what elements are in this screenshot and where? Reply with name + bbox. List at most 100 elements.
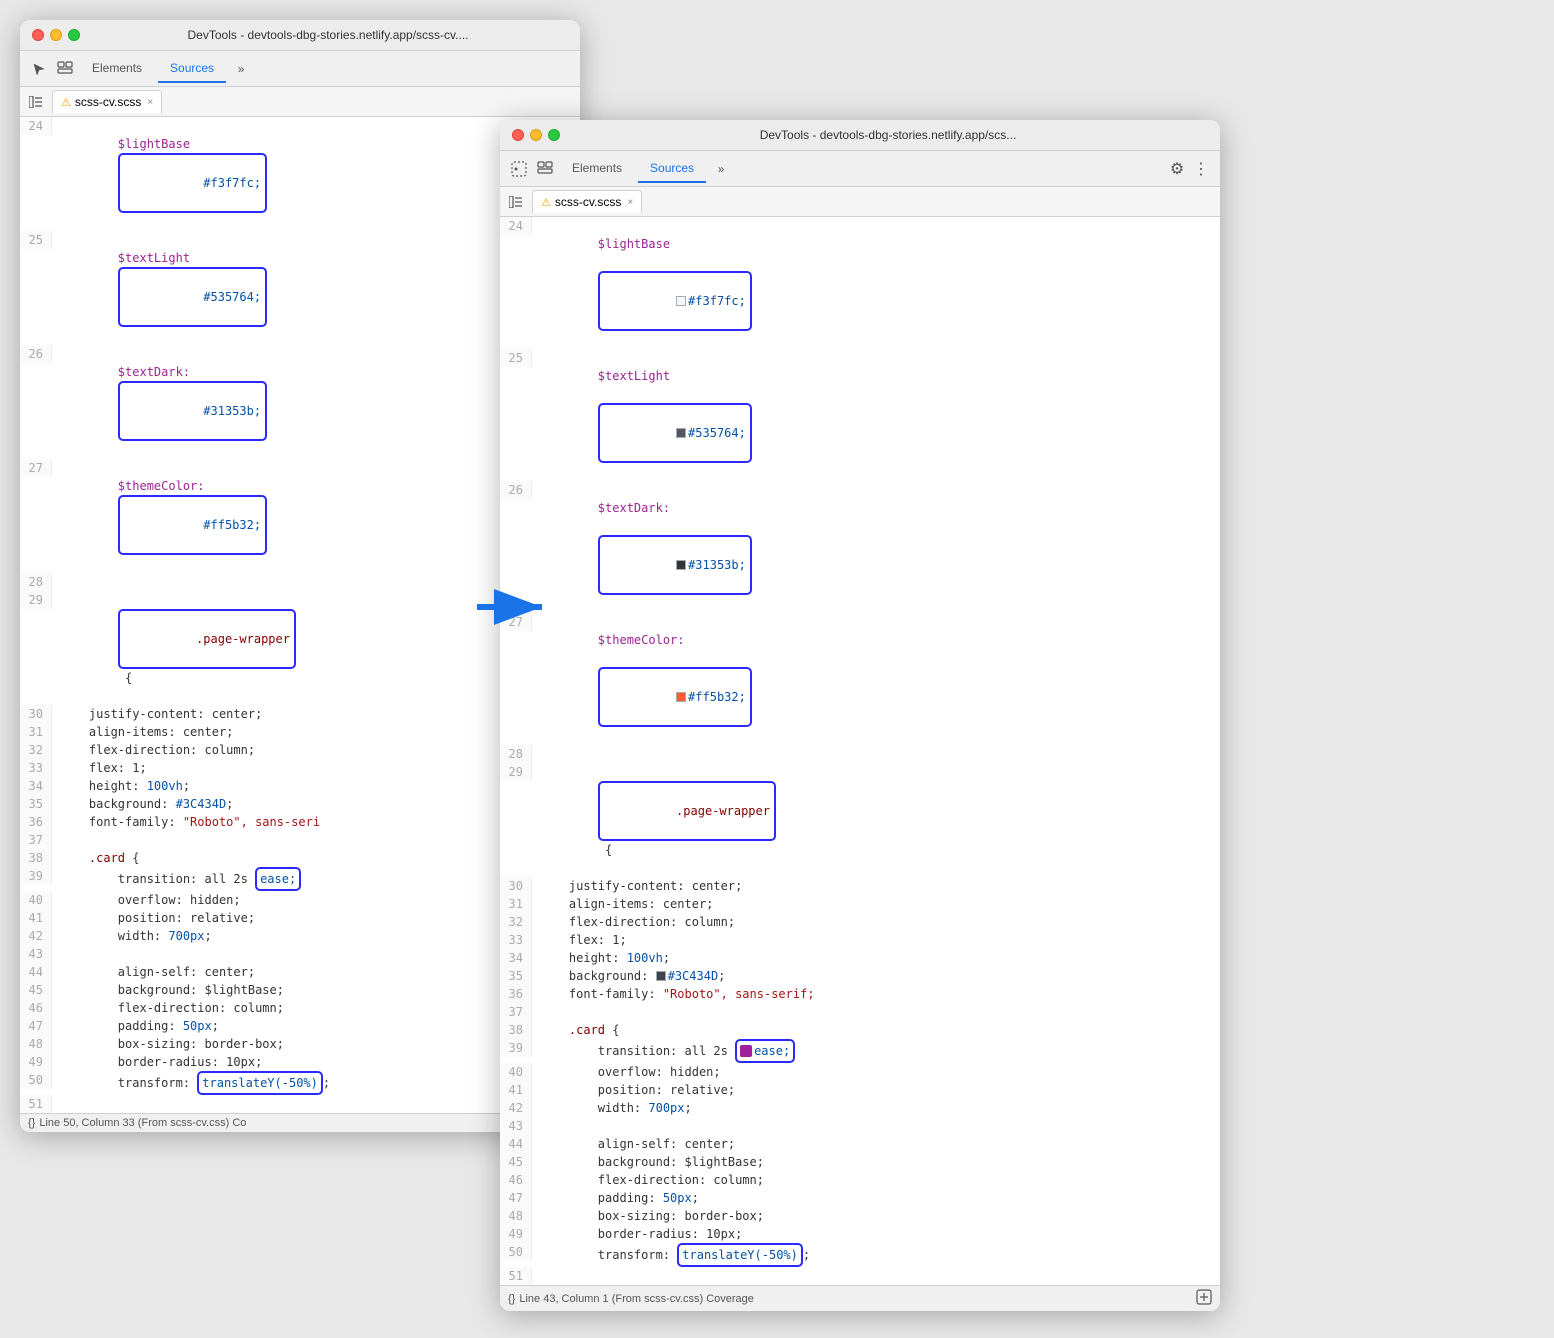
code-line-35-right: 35 background: #3C434D;: [500, 967, 1220, 985]
maximize-button-right[interactable]: [548, 129, 560, 141]
minimize-button-left[interactable]: [50, 29, 62, 41]
cursor-icon-right[interactable]: [508, 158, 530, 180]
file-tab-bar-left: ⚠ scss-cv.scss ×: [20, 87, 580, 117]
tab-elements-right[interactable]: Elements: [560, 155, 634, 183]
window-title-left: DevTools - devtools-dbg-stories.netlify.…: [88, 28, 568, 42]
code-line-47-right: 47 padding: 50px;: [500, 1189, 1220, 1207]
code-line-50-left: 50 transform: translateY(-50%);: [20, 1071, 580, 1095]
file-tab-name-left: scss-cv.scss: [75, 95, 141, 109]
code-line-29-right: 29 .page-wrapper {: [500, 763, 1220, 877]
code-line-38-left: 38 .card {: [20, 849, 580, 867]
braces-icon-left: {}: [28, 1117, 35, 1129]
tab-sources-left[interactable]: Sources: [158, 55, 226, 83]
code-line-28-right: 28: [500, 745, 1220, 763]
title-bar-right: DevTools - devtools-dbg-stories.netlify.…: [500, 120, 1220, 151]
minimize-button-right[interactable]: [530, 129, 542, 141]
code-line-25-right: 25 $textLight #535764;: [500, 349, 1220, 481]
warning-icon-left: ⚠: [61, 96, 71, 109]
toolbar-right-actions: ⚙ ⋮: [1166, 158, 1212, 180]
code-line-33-left: 33 flex: 1;: [20, 759, 580, 777]
code-line-24-right: 24 $lightBase #f3f7fc;: [500, 217, 1220, 349]
code-line-48-right: 48 box-sizing: border-box;: [500, 1207, 1220, 1225]
status-bar-right: {} Line 43, Column 1 (From scss-cv.css) …: [500, 1285, 1220, 1311]
status-bar-left: {} Line 50, Column 33 (From scss-cv.css)…: [20, 1113, 580, 1132]
file-tab-name-right: scss-cv.scss: [555, 195, 621, 209]
file-tab-left[interactable]: ⚠ scss-cv.scss ×: [52, 90, 162, 113]
devtools-window-right: DevTools - devtools-dbg-stories.netlify.…: [500, 120, 1220, 1311]
traffic-lights-left: [32, 29, 80, 41]
code-line-40-right: 40 overflow: hidden;: [500, 1063, 1220, 1081]
code-line-42-right: 42 width: 700px;: [500, 1099, 1220, 1117]
code-line-48-left: 48 box-sizing: border-box;: [20, 1035, 580, 1053]
file-tab-close-left[interactable]: ×: [147, 97, 153, 108]
traffic-lights-right: [512, 129, 560, 141]
code-line-43-right: 43: [500, 1117, 1220, 1135]
toolbar-right: Elements Sources » ⚙ ⋮: [500, 151, 1220, 187]
code-line-35-left: 35 background: #3C434D;: [20, 795, 580, 813]
tab-elements-left[interactable]: Elements: [80, 55, 154, 83]
more-tabs-icon-left[interactable]: »: [230, 58, 252, 80]
code-line-27-right: 27 $themeColor: #ff5b32;: [500, 613, 1220, 745]
code-line-45-left: 45 background: $lightBase;: [20, 981, 580, 999]
code-line-37-left: 37: [20, 831, 580, 849]
code-line-24-left: 24 $lightBase #f3f7fc;: [20, 117, 580, 231]
devtools-window-left: DevTools - devtools-dbg-stories.netlify.…: [20, 20, 580, 1132]
code-line-32-left: 32 flex-direction: column;: [20, 741, 580, 759]
toolbar-left: Elements Sources »: [20, 51, 580, 87]
code-line-45-right: 45 background: $lightBase;: [500, 1153, 1220, 1171]
window-title-right: DevTools - devtools-dbg-stories.netlify.…: [568, 128, 1208, 142]
code-line-31-left: 31 align-items: center;: [20, 723, 580, 741]
code-line-41-left: 41 position: relative;: [20, 909, 580, 927]
inspect-icon[interactable]: [54, 58, 76, 80]
code-line-36-right: 36 font-family: "Roboto", sans-serif;: [500, 985, 1220, 1003]
code-line-31-right: 31 align-items: center;: [500, 895, 1220, 913]
code-line-40-left: 40 overflow: hidden;: [20, 891, 580, 909]
braces-icon-right: {}: [508, 1293, 515, 1305]
close-button-right[interactable]: [512, 129, 524, 141]
code-area-right: 24 $lightBase #f3f7fc; 25 $textLight #53…: [500, 217, 1220, 1285]
code-line-46-right: 46 flex-direction: column;: [500, 1171, 1220, 1189]
cursor-icon[interactable]: [28, 58, 50, 80]
file-tab-right[interactable]: ⚠ scss-cv.scss ×: [532, 190, 642, 213]
code-line-42-left: 42 width: 700px;: [20, 927, 580, 945]
close-button-left[interactable]: [32, 29, 44, 41]
code-line-32-right: 32 flex-direction: column;: [500, 913, 1220, 931]
code-line-41-right: 41 position: relative;: [500, 1081, 1220, 1099]
status-text-right: Line 43, Column 1 (From scss-cv.css) Cov…: [519, 1293, 754, 1305]
sidebar-toggle-left[interactable]: [24, 90, 48, 114]
code-line-36-left: 36 font-family: "Roboto", sans-seri: [20, 813, 580, 831]
code-line-39-right: 39 transition: all 2s ease;: [500, 1039, 1220, 1063]
code-line-26-left: 26 $textDark: #31353b;: [20, 345, 580, 459]
settings-icon-right[interactable]: ⚙: [1166, 158, 1188, 180]
code-line-50-right: 50 transform: translateY(-50%);: [500, 1243, 1220, 1267]
code-line-30-right: 30 justify-content: center;: [500, 877, 1220, 895]
code-line-46-left: 46 flex-direction: column;: [20, 999, 580, 1017]
code-line-26-right: 26 $textDark: #31353b;: [500, 481, 1220, 613]
code-line-51-left: 51: [20, 1095, 580, 1113]
code-line-37-right: 37: [500, 1003, 1220, 1021]
code-line-33-right: 33 flex: 1;: [500, 931, 1220, 949]
tab-sources-right[interactable]: Sources: [638, 155, 706, 183]
code-line-39-left: 39 transition: all 2s ease;: [20, 867, 580, 891]
file-tab-close-right[interactable]: ×: [627, 197, 633, 208]
code-line-49-right: 49 border-radius: 10px;: [500, 1225, 1220, 1243]
big-arrow: [477, 582, 557, 642]
code-line-25-left: 25 $textLight #535764;: [20, 231, 580, 345]
more-icon-right[interactable]: ⋮: [1190, 158, 1212, 180]
code-line-34-right: 34 height: 100vh;: [500, 949, 1220, 967]
code-line-38-right: 38 .card {: [500, 1021, 1220, 1039]
status-text-left: Line 50, Column 33 (From scss-cv.css) Co: [39, 1117, 246, 1129]
warning-icon-right: ⚠: [541, 196, 551, 209]
inspect-icon-right[interactable]: [534, 158, 556, 180]
code-line-27-left: 27 $themeColor: #ff5b32;: [20, 459, 580, 573]
code-line-30-left: 30 justify-content: center;: [20, 705, 580, 723]
file-tab-bar-right: ⚠ scss-cv.scss ×: [500, 187, 1220, 217]
sidebar-toggle-right[interactable]: [504, 190, 528, 214]
more-tabs-icon-right[interactable]: »: [710, 158, 732, 180]
maximize-button-left[interactable]: [68, 29, 80, 41]
title-bar-left: DevTools - devtools-dbg-stories.netlify.…: [20, 20, 580, 51]
coverage-icon[interactable]: [1196, 1289, 1212, 1308]
code-line-43-left: 43: [20, 945, 580, 963]
code-line-44-left: 44 align-self: center;: [20, 963, 580, 981]
code-line-49-left: 49 border-radius: 10px;: [20, 1053, 580, 1071]
